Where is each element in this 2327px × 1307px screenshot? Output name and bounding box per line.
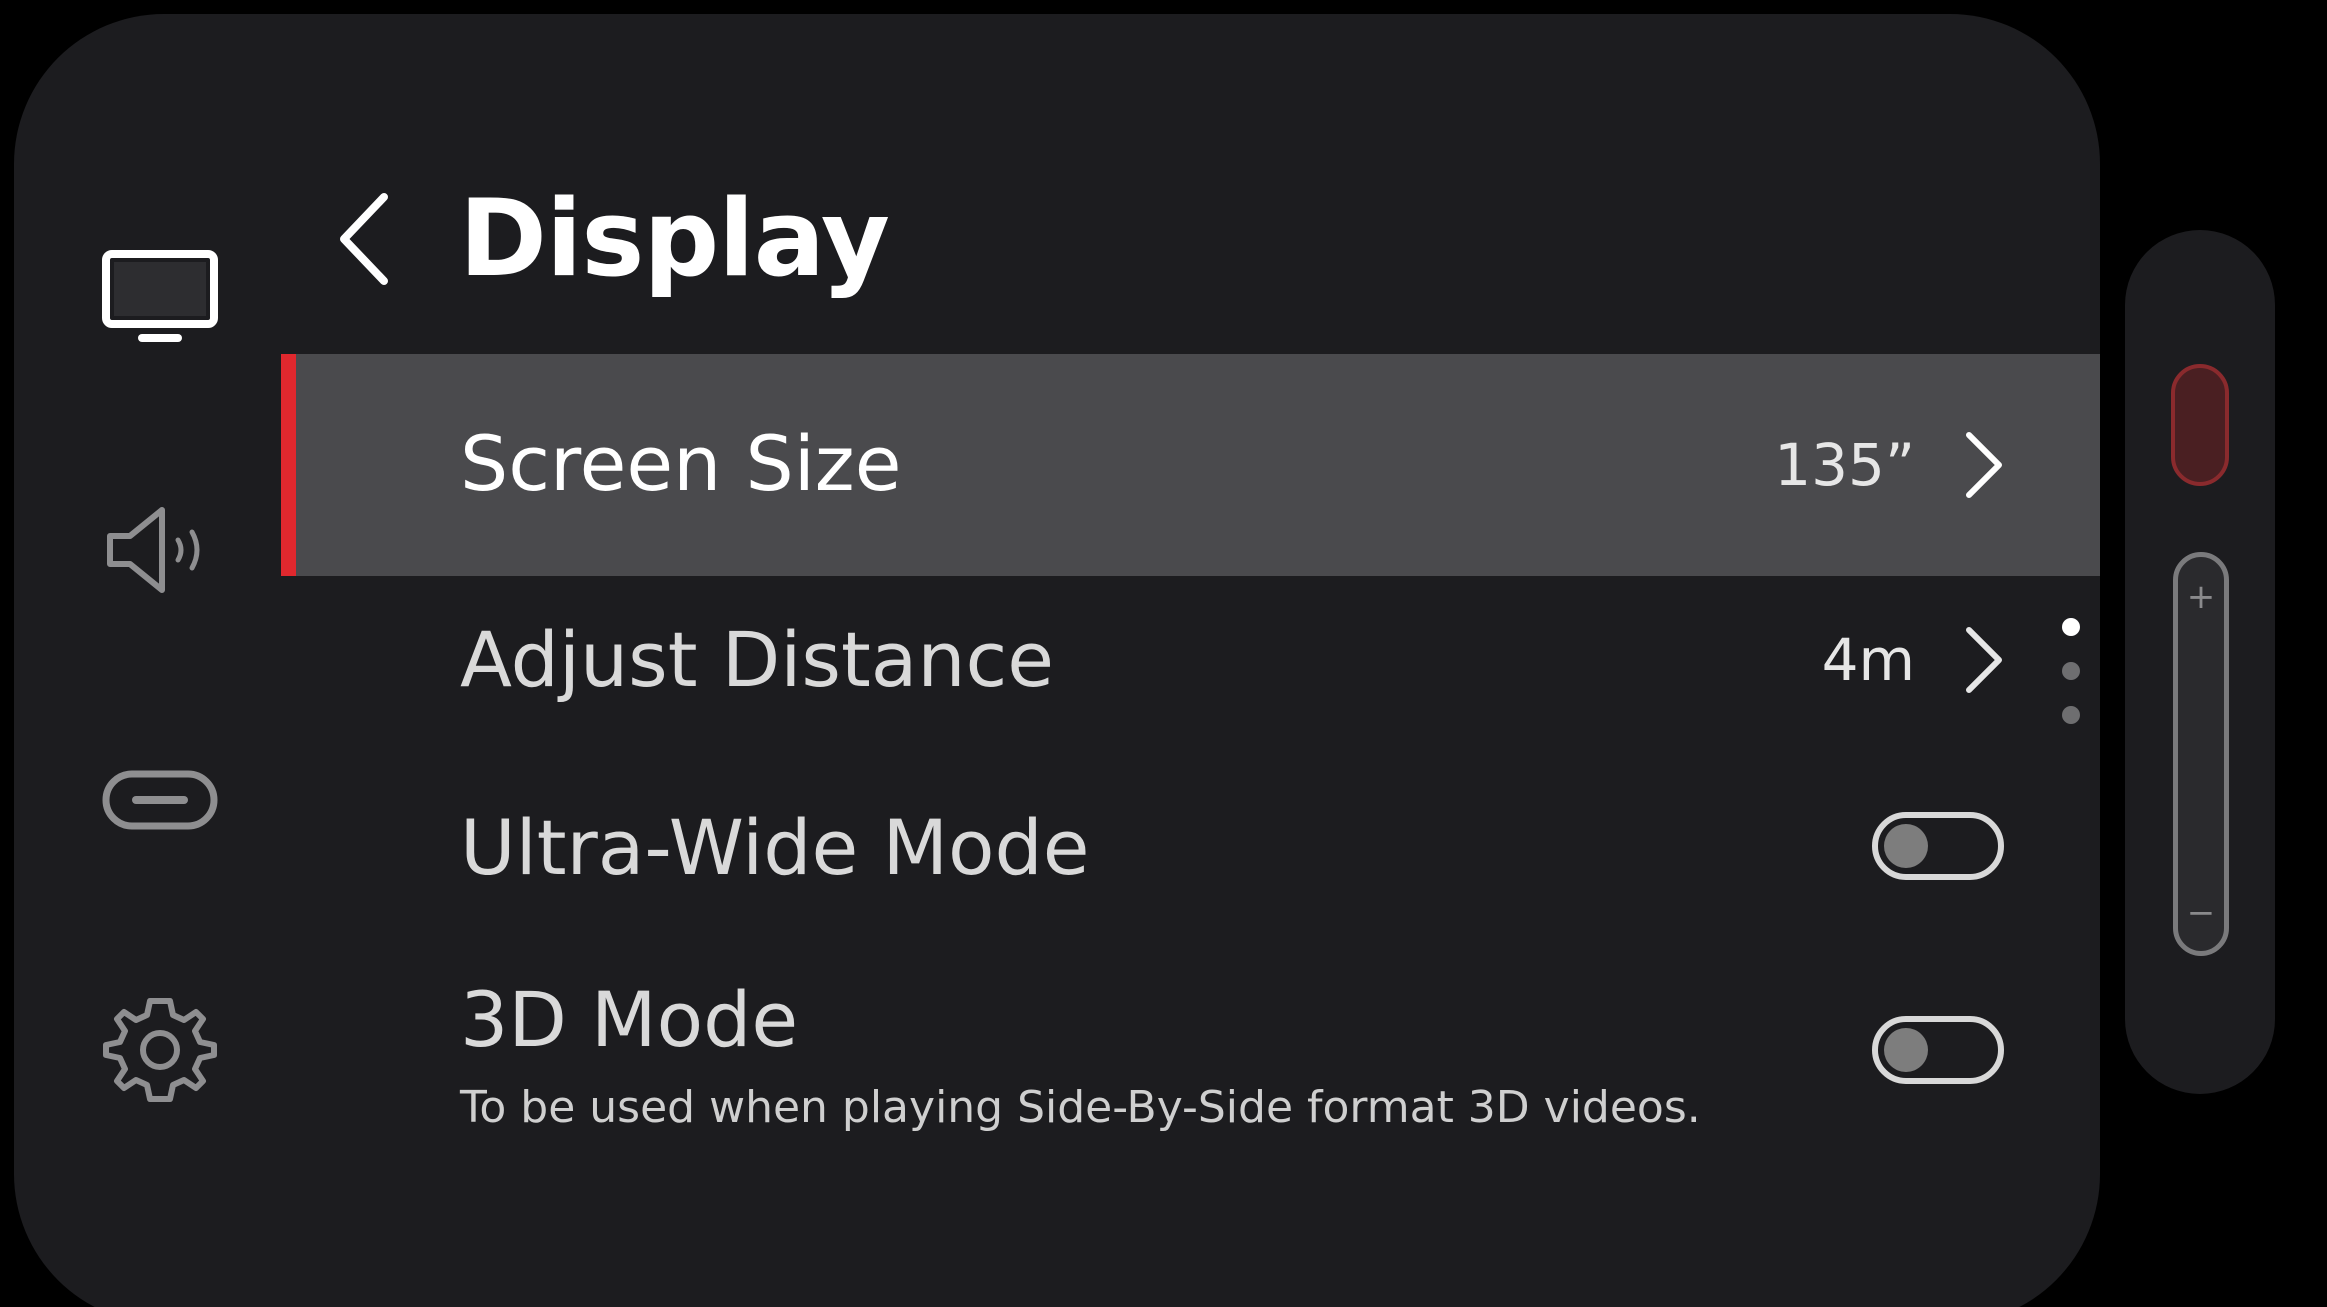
plus-icon: +: [2186, 577, 2216, 617]
gear-icon: [103, 998, 217, 1102]
side-controller: + −: [2125, 230, 2275, 1094]
minus-icon: −: [2186, 893, 2216, 933]
menu-item-label: 3D Mode: [460, 975, 799, 1064]
toggle-knob: [1884, 1028, 1928, 1072]
sidebar-item-connection[interactable]: [86, 726, 234, 874]
screen: Display Screen Size 135” Adjust Distance…: [0, 0, 2327, 1307]
menu-item-label: Screen Size: [460, 419, 902, 508]
usb-c-icon: [102, 770, 218, 830]
menu-item-label: Adjust Distance: [460, 615, 1055, 704]
sidebar-item-sound[interactable]: [86, 476, 234, 624]
page-title: Display: [459, 177, 890, 300]
toggle-knob: [1884, 824, 1928, 868]
page-indicator-dot-active: [2062, 618, 2080, 636]
menu-item-3d-mode[interactable]: 3D Mode To be used when playing Side-By-…: [281, 946, 2100, 1166]
sidebar-item-settings[interactable]: [86, 976, 234, 1124]
chevron-left-icon: [340, 193, 388, 285]
menu-item-description: To be used when playing Side-By-Side for…: [460, 1082, 1701, 1133]
menu-item-screen-size[interactable]: Screen Size 135”: [281, 354, 2100, 576]
sidebar-item-display[interactable]: [86, 224, 234, 372]
controller-action-button[interactable]: [2171, 364, 2229, 486]
page-indicator-dot: [2062, 706, 2080, 724]
monitor-icon: [102, 250, 218, 342]
volume-slider[interactable]: + −: [2173, 552, 2229, 956]
menu-item-adjust-distance[interactable]: Adjust Distance 4m: [281, 576, 2100, 766]
selection-indicator: [281, 354, 296, 576]
menu-item-label: Ultra-Wide Mode: [460, 803, 1090, 892]
back-button[interactable]: [319, 179, 409, 299]
chevron-right-icon: [1958, 620, 2008, 700]
chevron-right-icon: [1958, 425, 2008, 505]
menu-item-value: 4m: [1821, 626, 1915, 694]
speaker-icon: [107, 507, 200, 593]
3d-mode-toggle[interactable]: [1872, 1016, 2004, 1084]
menu-item-value: 135”: [1774, 431, 1915, 499]
ultra-wide-mode-toggle[interactable]: [1872, 812, 2004, 880]
settings-panel: Display Screen Size 135” Adjust Distance…: [14, 14, 2100, 1307]
page-indicator-dot: [2062, 662, 2080, 680]
menu-item-ultra-wide-mode[interactable]: Ultra-Wide Mode: [281, 766, 2100, 946]
